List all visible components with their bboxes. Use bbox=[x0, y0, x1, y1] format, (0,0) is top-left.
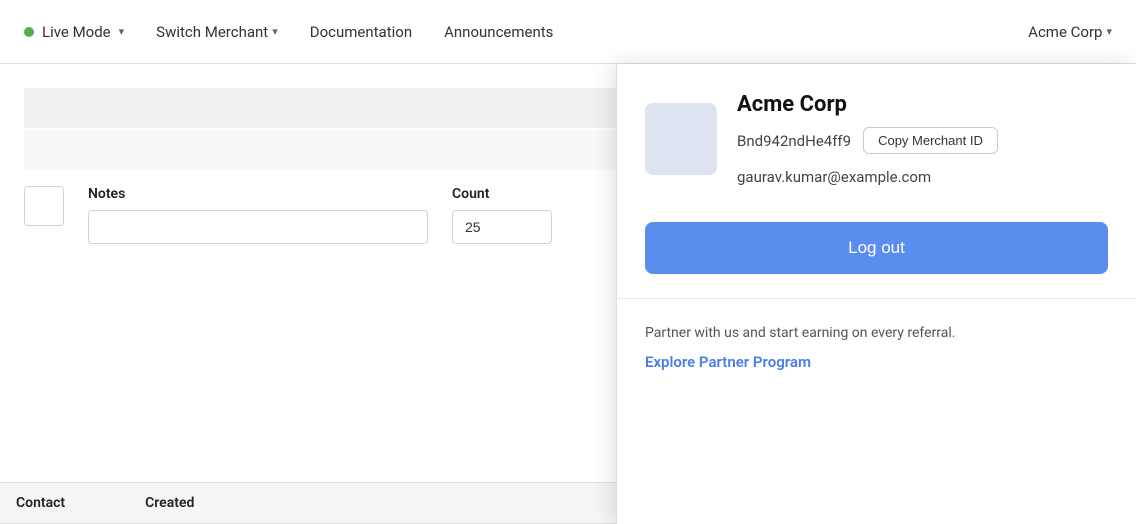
partner-text: Partner with us and start earning on eve… bbox=[645, 323, 1108, 344]
merchant-card: Acme Corp Bnd942ndHe4ff9 Copy Merchant I… bbox=[617, 64, 1136, 299]
announcements-link[interactable]: Announcements bbox=[444, 23, 553, 41]
navbar: Live Mode ▾ Switch Merchant ▾ Documentat… bbox=[0, 0, 1136, 64]
merchant-dropdown: Acme Corp Bnd942ndHe4ff9 Copy Merchant I… bbox=[616, 64, 1136, 524]
nav-left: Live Mode ▾ Switch Merchant ▾ Documentat… bbox=[24, 23, 996, 41]
merchant-account-chevron-icon: ▾ bbox=[1106, 25, 1112, 38]
col-created: Created bbox=[145, 495, 194, 511]
live-mode-menu[interactable]: Live Mode ▾ bbox=[24, 23, 124, 41]
nav-right: Acme Corp ▾ bbox=[1028, 23, 1112, 41]
explore-partner-link[interactable]: Explore Partner Program bbox=[645, 353, 811, 371]
live-mode-chevron-icon: ▾ bbox=[119, 25, 125, 38]
count-label: Count bbox=[452, 186, 552, 202]
documentation-label: Documentation bbox=[310, 23, 412, 41]
notes-form-group: Notes bbox=[88, 186, 428, 244]
logout-button[interactable]: Log out bbox=[645, 222, 1108, 274]
documentation-link[interactable]: Documentation bbox=[310, 23, 412, 41]
partner-section: Partner with us and start earning on eve… bbox=[617, 299, 1136, 395]
slim-input[interactable] bbox=[24, 186, 64, 226]
count-form-group: Count bbox=[452, 186, 552, 244]
col-contact: Contact bbox=[16, 495, 65, 511]
switch-merchant-label: Switch Merchant bbox=[156, 23, 268, 41]
merchant-account-menu[interactable]: Acme Corp ▾ bbox=[1028, 23, 1112, 41]
switch-merchant-menu[interactable]: Switch Merchant ▾ bbox=[156, 23, 278, 41]
live-dot-icon bbox=[24, 27, 34, 37]
switch-merchant-chevron-icon: ▾ bbox=[272, 25, 278, 38]
announcements-label: Announcements bbox=[444, 23, 553, 41]
merchant-account-label: Acme Corp bbox=[1028, 23, 1102, 41]
count-input[interactable] bbox=[452, 210, 552, 244]
merchant-id-text: Bnd942ndHe4ff9 bbox=[737, 132, 851, 150]
main-content: Notes Count Contact Created Acme Corp Bn… bbox=[0, 64, 1136, 524]
notes-label: Notes bbox=[88, 186, 428, 202]
copy-merchant-id-button[interactable]: Copy Merchant ID bbox=[863, 127, 998, 154]
live-mode-label: Live Mode bbox=[42, 23, 111, 41]
merchant-name: Acme Corp bbox=[737, 92, 998, 117]
merchant-header: Acme Corp Bnd942ndHe4ff9 Copy Merchant I… bbox=[645, 92, 1108, 186]
merchant-id-row: Bnd942ndHe4ff9 Copy Merchant ID bbox=[737, 127, 998, 154]
merchant-info: Acme Corp Bnd942ndHe4ff9 Copy Merchant I… bbox=[737, 92, 998, 186]
merchant-email: gaurav.kumar@example.com bbox=[737, 168, 998, 186]
merchant-avatar bbox=[645, 103, 717, 175]
notes-input[interactable] bbox=[88, 210, 428, 244]
